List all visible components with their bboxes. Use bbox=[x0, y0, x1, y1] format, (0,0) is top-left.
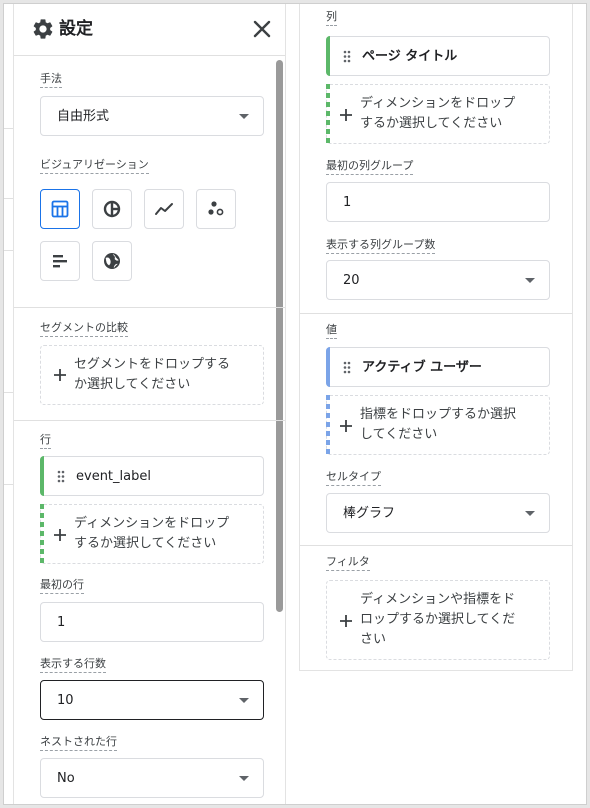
cols-dropzone[interactable]: ディメンションをドロップ するか選択してください bbox=[326, 84, 550, 144]
plus-icon bbox=[340, 615, 352, 627]
cols-label: 列 bbox=[326, 10, 337, 26]
app-frame: 設定 手法 自由形式 ビジュアリゼーション セグメントの比較 セグメントをドロッ… bbox=[3, 3, 587, 805]
scrollbar[interactable] bbox=[276, 60, 283, 612]
show-col-groups-value: 20 bbox=[343, 273, 360, 288]
gear-icon bbox=[33, 19, 53, 39]
settings-panel: 設定 手法 自由形式 ビジュアリゼーション セグメントの比較 セグメントをドロッ… bbox=[13, 4, 286, 804]
viz-bar-button[interactable] bbox=[40, 241, 80, 281]
values-chip-label: アクティブ ユーザー bbox=[362, 360, 482, 375]
drag-handle-icon[interactable] bbox=[343, 50, 351, 63]
show-rows-label: 表示する行数 bbox=[40, 657, 106, 673]
nested-rows-label: ネストされた行 bbox=[40, 735, 117, 751]
drag-handle-icon[interactable] bbox=[57, 470, 65, 483]
bar-chart-icon bbox=[53, 255, 67, 268]
first-row-label: 最初の行 bbox=[40, 578, 84, 594]
cell-type-select[interactable]: 棒グラフ bbox=[326, 493, 550, 533]
viz-table-button[interactable] bbox=[40, 189, 80, 229]
line-chart-icon bbox=[155, 203, 173, 215]
scatter-icon bbox=[208, 201, 224, 216]
filter-dropzone[interactable]: ディメンションや指標をド ロップするか選択してくだ さい bbox=[326, 580, 550, 660]
plus-icon bbox=[340, 420, 352, 432]
first-col-group-value: 1 bbox=[343, 195, 352, 210]
close-icon[interactable] bbox=[250, 17, 274, 41]
cell-type-label: セルタイプ bbox=[326, 470, 381, 486]
cell-type-value: 棒グラフ bbox=[343, 506, 396, 521]
plus-icon bbox=[54, 369, 66, 381]
section-divider bbox=[14, 420, 285, 421]
section-divider bbox=[300, 545, 572, 546]
dimension-color-bar bbox=[326, 36, 330, 76]
first-row-value: 1 bbox=[57, 615, 66, 630]
first-col-group-input[interactable]: 1 bbox=[326, 182, 550, 222]
values-drop-line2: してください bbox=[360, 427, 438, 442]
method-value: 自由形式 bbox=[57, 109, 110, 124]
chevron-down-icon bbox=[525, 511, 535, 516]
show-rows-select[interactable]: 10 bbox=[40, 680, 264, 720]
method-label: 手法 bbox=[40, 72, 62, 88]
filter-drop-line3: さい bbox=[360, 632, 387, 647]
background-strip bbox=[573, 4, 586, 671]
dimension-color-bar bbox=[40, 456, 44, 496]
segment-drop-line2: か選択してください bbox=[74, 377, 191, 392]
section-divider bbox=[14, 307, 285, 308]
cols-dimension-chip[interactable]: ページ タイトル bbox=[326, 36, 550, 76]
rows-drop-line2: するか選択してください bbox=[74, 536, 217, 551]
nested-rows-value: No bbox=[57, 771, 75, 786]
filter-label: フィルタ bbox=[326, 555, 370, 571]
cols-drop-line2: するか選択してください bbox=[360, 116, 503, 131]
cols-chip-label: ページ タイトル bbox=[362, 49, 458, 64]
first-col-group-label: 最初の列グループ bbox=[326, 159, 414, 175]
rows-label: 行 bbox=[40, 433, 51, 449]
chevron-down-icon bbox=[239, 776, 249, 781]
globe-icon bbox=[104, 253, 120, 269]
page-title: 設定 bbox=[59, 19, 93, 39]
plus-icon bbox=[54, 529, 66, 541]
metric-color-bar bbox=[326, 347, 330, 387]
metric-dashed-bar bbox=[326, 395, 330, 455]
segment-label: セグメントの比較 bbox=[40, 321, 128, 337]
viz-map-button[interactable] bbox=[92, 241, 132, 281]
chevron-down-icon bbox=[525, 278, 535, 283]
rows-dimension-chip[interactable]: event_label bbox=[40, 456, 264, 496]
dimension-dashed-bar bbox=[40, 504, 44, 564]
values-drop-line1: 指標をドロップするか選択 bbox=[360, 407, 517, 422]
panel-header: 設定 bbox=[14, 4, 285, 56]
rows-drop-line1: ディメンションをドロップ bbox=[74, 516, 230, 531]
values-metric-chip[interactable]: アクティブ ユーザー bbox=[326, 347, 550, 387]
viz-scatter-button[interactable] bbox=[196, 189, 236, 229]
dimension-dashed-bar bbox=[326, 84, 330, 144]
settings-panel-right: 列 ページ タイトル ディメンションをドロップ するか選択してください 最初の列… bbox=[299, 4, 573, 671]
donut-chart-icon bbox=[103, 200, 121, 218]
nested-rows-select[interactable]: No bbox=[40, 758, 264, 798]
plus-icon bbox=[340, 109, 352, 121]
viz-line-button[interactable] bbox=[144, 189, 184, 229]
viz-donut-button[interactable] bbox=[92, 189, 132, 229]
section-divider bbox=[300, 313, 572, 314]
rows-chip-label: event_label bbox=[76, 469, 151, 484]
cols-drop-line1: ディメンションをドロップ bbox=[360, 96, 516, 111]
drag-handle-icon[interactable] bbox=[343, 361, 351, 374]
show-rows-value: 10 bbox=[57, 693, 74, 708]
chevron-down-icon bbox=[239, 114, 249, 119]
table-icon bbox=[51, 200, 69, 218]
chevron-down-icon bbox=[239, 698, 249, 703]
segment-dropzone[interactable]: セグメントをドロップする か選択してください bbox=[40, 345, 264, 405]
filter-drop-line1: ディメンションや指標をド bbox=[360, 592, 516, 607]
segment-drop-line1: セグメントをドロップする bbox=[74, 357, 231, 372]
show-col-groups-label: 表示する列グループ数 bbox=[326, 238, 436, 254]
method-select[interactable]: 自由形式 bbox=[40, 96, 264, 136]
filter-drop-line2: ロップするか選択してくだ bbox=[360, 612, 516, 627]
first-row-input[interactable]: 1 bbox=[40, 602, 264, 642]
show-col-groups-select[interactable]: 20 bbox=[326, 260, 550, 300]
values-dropzone[interactable]: 指標をドロップするか選択 してください bbox=[326, 395, 550, 455]
values-label: 値 bbox=[326, 323, 337, 339]
rows-dropzone[interactable]: ディメンションをドロップ するか選択してください bbox=[40, 504, 264, 564]
viz-label: ビジュアリゼーション bbox=[40, 158, 149, 174]
